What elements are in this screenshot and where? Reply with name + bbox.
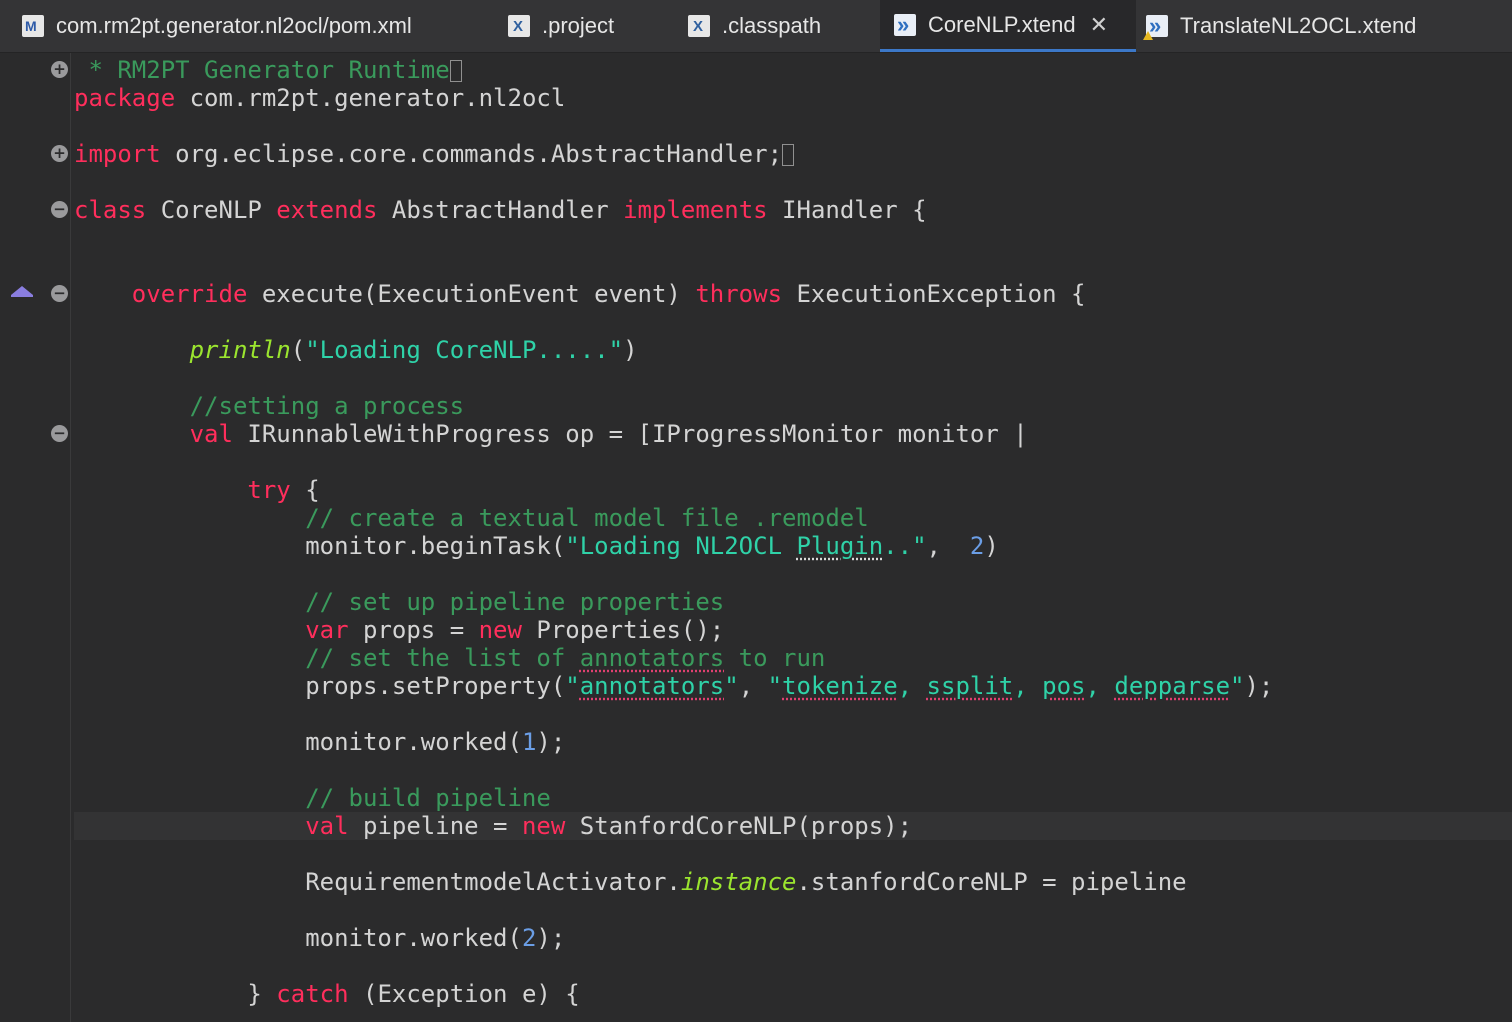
expand-fold-icon[interactable]: + bbox=[51, 145, 68, 162]
code-line: // create a textual model file .remodel bbox=[305, 504, 869, 532]
collapse-fold-icon[interactable]: − bbox=[51, 425, 68, 442]
collapse-fold-icon[interactable]: − bbox=[51, 201, 68, 218]
code-line: monitor.worked(2); bbox=[305, 924, 566, 952]
tab-project[interactable]: .project bbox=[508, 0, 668, 52]
override-marker-icon[interactable] bbox=[11, 286, 33, 297]
tab-label: .project bbox=[542, 13, 615, 38]
tab-corenlp-xtend[interactable]: CoreNLP.xtend ✕ bbox=[880, 0, 1136, 52]
tab-pom-xml[interactable]: com.rm2pt.generator.nl2ocl/pom.xml bbox=[22, 0, 492, 52]
code-line: // build pipeline bbox=[305, 784, 551, 812]
xtend-file-icon bbox=[894, 12, 916, 38]
xml-file-icon bbox=[688, 15, 710, 37]
xml-file-icon bbox=[508, 15, 530, 37]
current-code-line: val pipeline = new StanfordCoreNLP(props… bbox=[74, 812, 1512, 840]
code-line: package com.rm2pt.generator.nl2ocl bbox=[74, 84, 566, 112]
xtend-file-warning-icon bbox=[1143, 13, 1168, 40]
code-line: * RM2PT Generator Runtime bbox=[74, 56, 1512, 84]
maven-file-icon bbox=[22, 15, 44, 37]
code-text-area[interactable]: * RM2PT Generator Runtime package com.rm… bbox=[74, 53, 1512, 1022]
tab-classpath[interactable]: .classpath bbox=[688, 0, 868, 52]
code-line: // set the list of annotators to run bbox=[305, 644, 826, 672]
close-tab-icon[interactable]: ✕ bbox=[1090, 12, 1108, 38]
collapse-fold-icon[interactable]: − bbox=[51, 285, 68, 302]
code-line: var props = new Properties(); bbox=[305, 616, 725, 644]
code-line: monitor.worked(1); bbox=[305, 728, 566, 756]
code-line: //setting a process bbox=[189, 392, 465, 420]
code-line: RequirementmodelActivator.instance.stanf… bbox=[305, 868, 1187, 896]
code-line: val IRunnableWithProgress op = [IProgres… bbox=[189, 420, 1028, 448]
folded-content-marker[interactable] bbox=[782, 144, 795, 166]
tab-label: TranslateNL2OCL.xtend bbox=[1180, 13, 1417, 38]
tab-label: com.rm2pt.generator.nl2ocl/pom.xml bbox=[56, 13, 412, 38]
code-editor[interactable]: + + − − − * RM2PT Generator Runtime pack… bbox=[0, 53, 1512, 1022]
tab-label: CoreNLP.xtend bbox=[928, 11, 1076, 37]
tab-translatenl2ocl-xtend[interactable]: TranslateNL2OCL.xtend bbox=[1143, 0, 1512, 52]
code-line: props.setProperty("annotators", "tokeniz… bbox=[305, 672, 1274, 700]
expand-fold-icon[interactable]: + bbox=[51, 61, 68, 78]
editor-tab-bar: com.rm2pt.generator.nl2ocl/pom.xml .proj… bbox=[0, 0, 1512, 53]
editor-gutter: + + − − − bbox=[0, 53, 71, 1022]
code-line: println("Loading CoreNLP.....") bbox=[189, 336, 638, 364]
tab-label: .classpath bbox=[722, 13, 822, 38]
folded-content-marker[interactable] bbox=[449, 60, 462, 82]
code-line: class CoreNLP extends AbstractHandler im… bbox=[74, 196, 927, 224]
code-line: monitor.beginTask("Loading NL2OCL Plugin… bbox=[305, 532, 999, 560]
code-line: try { bbox=[247, 476, 320, 504]
code-line: } catch (Exception e) { bbox=[247, 980, 580, 1008]
code-line: import org.eclipse.core.commands.Abstrac… bbox=[74, 140, 1512, 168]
code-line: override execute(ExecutionEvent event) t… bbox=[131, 280, 1086, 308]
code-line: // set up pipeline properties bbox=[305, 588, 725, 616]
